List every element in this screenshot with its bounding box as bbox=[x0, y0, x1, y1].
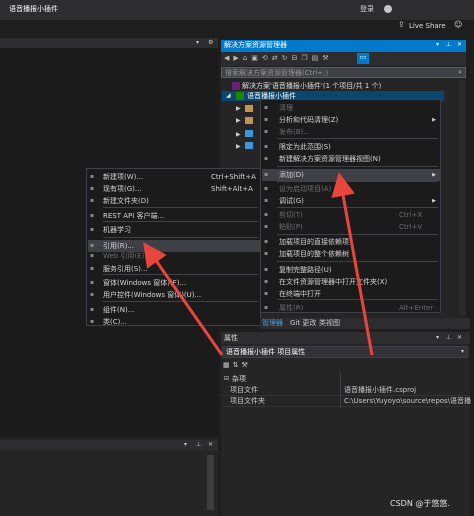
annotation-arrows bbox=[143, 172, 374, 356]
arrow-to-reference bbox=[143, 242, 224, 356]
arrow-to-add bbox=[331, 172, 374, 356]
